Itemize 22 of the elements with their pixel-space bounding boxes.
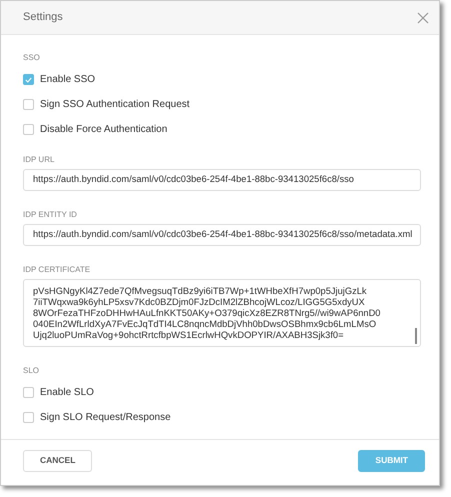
cancel-button[interactable]: CANCEL: [23, 450, 92, 472]
certificate-field[interactable]: pVsHGNgyKl4Z7ede7QfMvegsuqTdBz9yi6iTB7Wp+1tWHbeXfH7wp0p5JjujGzLk 7iiTWqxwa9k6yhLP5xsv7Kdc0BZDjm0FJzDcIM2lZBhcojWLcoz/LIGG5G5xdyUX 8WOrFezaTHFzoDHHwHAuLfnKKT50AKy+O379qicXz8EZR8TNrg5//wi9wAP6nnD0 040EIn2WfLrldXyA7FvEcJqTdTI4LC8nqncMdbDjVhh0bDwsOSBhmx9cb6LmLMsO Ujq2luoPUmRaVog+9ohctRrtcfbpWS1EcrlwHQvkDOPYIR/AXABH3Sjk3f0=: [23, 279, 421, 347]
checkbox-label: Sign SSO Authentication Request: [40, 98, 190, 112]
checkbox-label: Disable Force Authentication: [40, 123, 168, 137]
checkbox[interactable]: [23, 99, 34, 110]
text-field[interactable]: https://auth.byndid.com/saml/v0/cdc03be6-254f-4be1-88bc-93413025f6c8/sso/metadata.xml: [23, 224, 421, 246]
section-label: SLO: [23, 365, 40, 377]
section-label: IDP ENTITY ID: [23, 209, 78, 221]
checkbox[interactable]: [23, 74, 34, 85]
checkbox-label: Enable SLO: [40, 386, 94, 400]
scrollbar-thumb[interactable]: [415, 328, 417, 344]
checkbox[interactable]: [23, 412, 34, 423]
section-label: IDP CERTIFICATE: [23, 264, 92, 276]
section-label: IDP URL: [23, 154, 56, 166]
section-label: SSO: [23, 52, 41, 64]
checkbox[interactable]: [23, 387, 34, 398]
text-field[interactable]: https://auth.byndid.com/saml/v0/cdc03be6-254f-4be1-88bc-93413025f6c8/sso: [23, 169, 421, 191]
checkbox[interactable]: [23, 124, 34, 135]
dialog-title: Settings: [23, 10, 63, 26]
checkbox-label: Sign SLO Request/Response: [40, 411, 171, 425]
close-icon[interactable]: [417, 12, 429, 24]
checkbox-label: Enable SSO: [40, 73, 96, 87]
